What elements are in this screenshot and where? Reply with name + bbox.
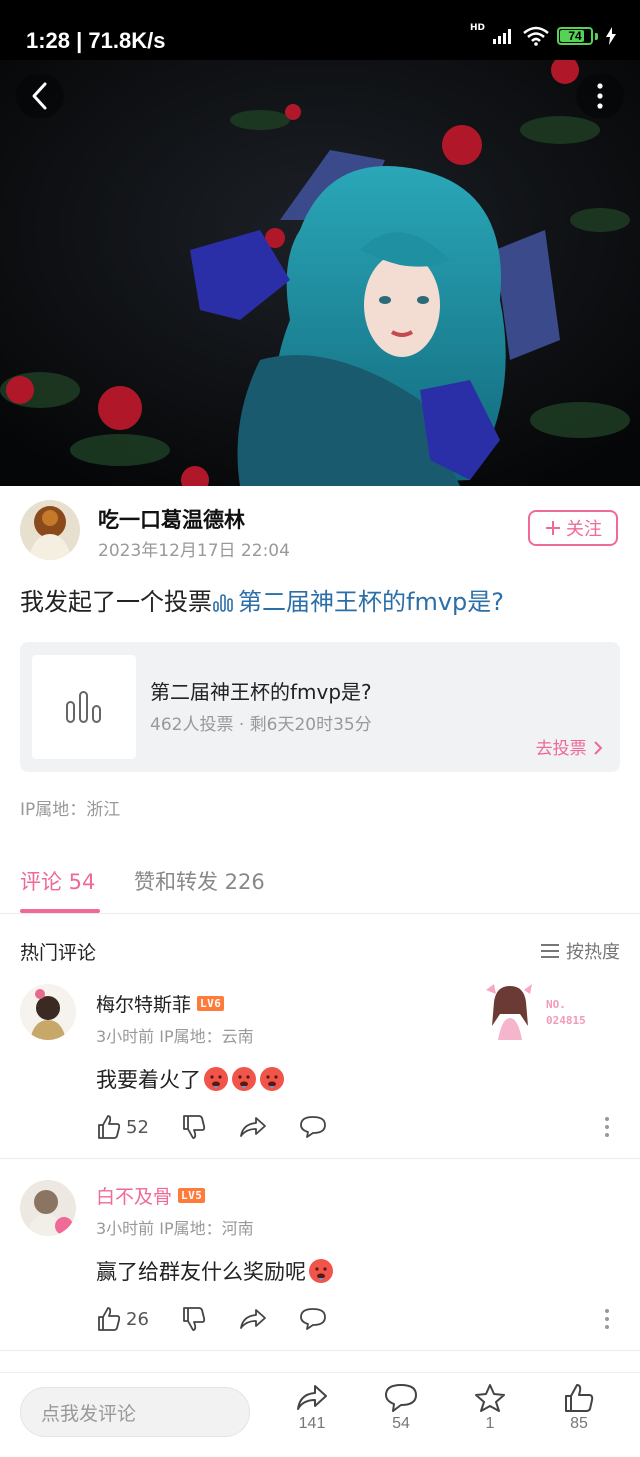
signal-icon [493,29,511,44]
vote-card[interactable]: 第二届神王杯的fmvp是? 462人投票 · 剩6天20时35分 去投票 [20,642,620,772]
post-text-prefix: 我发起了一个投票 [20,588,212,616]
bar-chart-icon [66,691,101,723]
comment-icon [385,1384,417,1412]
ip-location: IP属地：浙江 [20,800,121,820]
comment-item: 白不及骨 LV5 3小时前 IP属地：河南 赢了给群友什么奖励呢 26 [0,1172,640,1352]
thumbs-down-icon [183,1307,206,1331]
tab-bar: 评论 54 赞和转发 226 [0,850,640,914]
dislike-button[interactable] [181,1114,207,1140]
battery-indicator: 74 [557,27,593,45]
thumbs-down-icon [183,1115,206,1139]
thumbs-up-icon [565,1384,594,1412]
comment-icon [300,1308,326,1330]
vote-link[interactable]: 第二届神王杯的fmvp是? [238,588,504,616]
post-date: 2023年12月17日 22:04 [98,541,290,561]
tab-indicator [20,909,100,913]
more-icon [597,83,603,109]
post-text: 我发起了一个投票 第二届神王杯的fmvp是? [20,582,504,617]
vote-meta: 462人投票 · 剩6天20时35分 [150,715,372,735]
sort-button[interactable]: 按热度 [540,938,620,964]
like-button[interactable]: 26 [96,1306,149,1332]
tab-likes-reposts[interactable]: 赞和转发 226 [134,866,265,896]
share-icon [240,1309,266,1329]
comment-input[interactable]: 点我发评论 [20,1387,250,1437]
share-count: 141 [298,1415,326,1432]
status-bar: 1:28 | 71.8K/s HD 74 [0,0,640,60]
thumbs-up-icon [98,1307,121,1331]
hot-face-emoji [204,1067,228,1091]
reply-button[interactable] [299,1307,327,1331]
like-count: 52 [126,1116,149,1138]
comment-divider [0,1350,640,1351]
comment-action[interactable]: 54 [371,1383,431,1433]
hd-label: HD [469,22,485,33]
share-icon [297,1385,327,1410]
vote-title: 第二届神王杯的fmvp是? [150,680,372,704]
share-action[interactable]: 141 [282,1383,342,1433]
plus-icon [546,521,560,535]
sort-label: 按热度 [566,942,620,963]
chevron-right-icon [594,741,603,755]
favorite-count: 1 [485,1415,495,1432]
level-badge: LV6 [197,996,225,1011]
bar-chart-icon [213,594,233,612]
thumbs-up-icon [98,1115,121,1139]
author-name[interactable]: 吃一口葛温德林 [98,504,245,534]
like-button[interactable]: 52 [96,1114,149,1140]
badge-no-number: 024815 [546,1014,586,1027]
hot-face-emoji [260,1067,284,1091]
comment-icon [300,1116,326,1138]
badge-no-label: NO. [546,998,566,1011]
hot-face-emoji [309,1259,333,1283]
comment-text: 赢了给群友什么奖励呢 [96,1256,334,1286]
bottom-action-bar: 点我发评论 141 54 1 85 [0,1372,640,1457]
more-button[interactable] [576,74,624,118]
commenter-name[interactable]: 梅尔特斯菲 LV6 [96,990,225,1017]
follow-label: 关注 [566,519,602,540]
hot-comments-title: 热门评论 [20,942,97,964]
comment-actions: 26 [96,1306,359,1332]
comment-meta: 3小时前 IP属地：河南 [96,1219,254,1238]
status-time: 1:28 | 71.8K/s [26,28,166,53]
commenter-avatar[interactable] [20,1180,76,1236]
like-total: 85 [570,1415,588,1432]
post-cover-image[interactable] [0,60,640,486]
kebab-icon[interactable] [604,1308,610,1330]
kebab-icon[interactable] [604,1116,610,1138]
star-icon [475,1384,505,1412]
like-count: 26 [126,1308,149,1330]
hot-face-emoji [232,1067,256,1091]
author-row: 吃一口葛温德林 2023年12月17日 22:04 关注 [20,500,620,562]
hot-comments-header: 热门评论 按热度 [20,938,620,964]
tab-comments[interactable]: 评论 54 [20,866,95,896]
back-button[interactable] [16,74,64,118]
sort-icon [541,944,559,958]
share-button[interactable] [239,1115,267,1139]
share-button[interactable] [239,1307,267,1331]
cosplay-photo [0,60,640,486]
reply-button[interactable] [299,1115,327,1139]
go-vote-button[interactable]: 去投票 [536,734,604,759]
level-badge: LV5 [178,1188,206,1203]
favorite-action[interactable]: 1 [460,1383,520,1433]
commenter-name[interactable]: 白不及骨 LV5 [96,1182,206,1209]
charging-icon [606,27,616,45]
comment-meta: 3小时前 IP属地：云南 [96,1027,254,1046]
comment-divider [0,1158,640,1159]
vote-thumbnail [32,655,136,759]
comment-count: 54 [392,1415,410,1432]
comment-text: 我要着火了 [96,1064,285,1094]
comment-actions: 52 [96,1114,359,1140]
fan-number-badge: NO. 024815 [480,980,610,1040]
wifi-icon [523,26,549,46]
like-action[interactable]: 85 [549,1383,609,1433]
back-icon [32,82,47,110]
share-icon [240,1117,266,1137]
dislike-button[interactable] [181,1306,207,1332]
commenter-avatar[interactable] [20,984,76,1040]
author-avatar[interactable] [20,500,80,560]
go-vote-label: 去投票 [535,739,587,759]
status-icons: HD 74 [469,22,616,46]
follow-button[interactable]: 关注 [528,510,618,546]
